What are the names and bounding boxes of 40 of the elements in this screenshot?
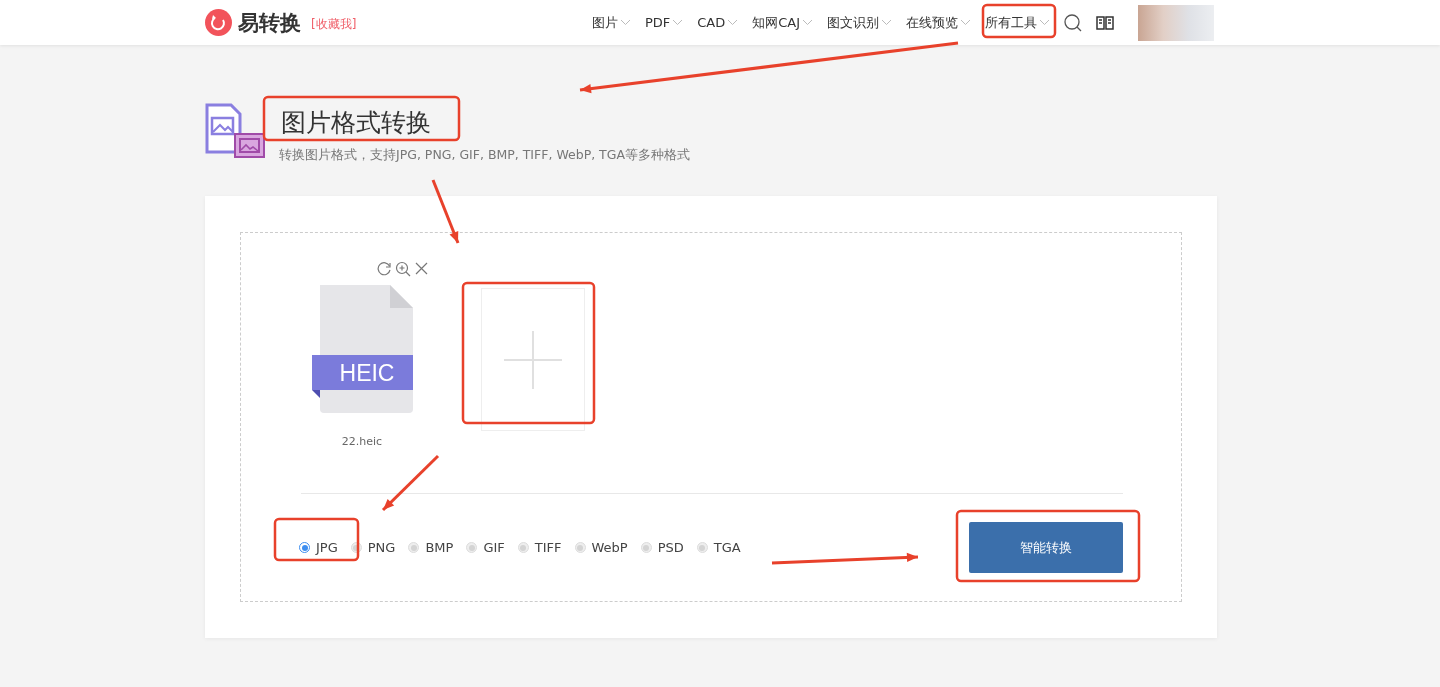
close-icon[interactable] [414, 261, 429, 276]
format-radio[interactable]: TIFF [517, 540, 562, 555]
annotation-arrow [381, 454, 440, 512]
rotate-icon[interactable] [377, 261, 392, 276]
logo-icon [205, 9, 232, 36]
file-type-label: HEIC [339, 360, 395, 386]
page-subtitle: 转换图片格式，支持JPG, PNG, GIF, BMP, TIFF, WebP, TGA等多种格式 [279, 147, 690, 164]
chevron-icon [727, 19, 739, 26]
logo-text: 易转换 [238, 9, 301, 37]
nav-item[interactable]: 所有工具 [985, 13, 1050, 32]
annotation-arrow [431, 179, 460, 244]
book-icon[interactable] [1096, 15, 1114, 30]
nav-item[interactable]: 在线预览 [906, 13, 971, 32]
zoom-in-icon[interactable] [395, 261, 411, 277]
search-icon[interactable] [1064, 13, 1082, 32]
format-radio[interactable]: GIF [466, 540, 505, 555]
nav-item[interactable]: 图文识别 [827, 13, 892, 32]
chevron-icon [881, 19, 892, 26]
image-file-icon [205, 103, 265, 159]
format-radio[interactable]: WebP [574, 540, 628, 555]
format-radio[interactable]: BMP [408, 540, 454, 555]
format-radio[interactable]: JPG [299, 540, 338, 555]
nav-item[interactable]: 知网CAJ [752, 13, 813, 32]
convert-button[interactable]: 智能转换 [969, 522, 1123, 573]
format-radio[interactable]: TGA [696, 540, 741, 555]
chevron-icon [1039, 19, 1050, 26]
format-radio[interactable]: PSD [640, 540, 684, 555]
add-file-tile[interactable] [481, 288, 585, 431]
format-radio[interactable]: PNG [350, 540, 396, 555]
chevron-icon [960, 19, 971, 26]
chevron-icon [802, 19, 813, 26]
file-name: 22.heic [341, 435, 383, 448]
page-title: 图片格式转换 [281, 109, 431, 137]
chevron-icon [619, 19, 631, 26]
plus-icon [504, 330, 562, 389]
nav-item[interactable]: CAD [697, 15, 739, 30]
nav-item[interactable]: PDF [644, 15, 684, 30]
nav-item[interactable]: 图片 [591, 13, 631, 32]
chevron-icon [672, 19, 684, 26]
file-icon [312, 285, 413, 413]
